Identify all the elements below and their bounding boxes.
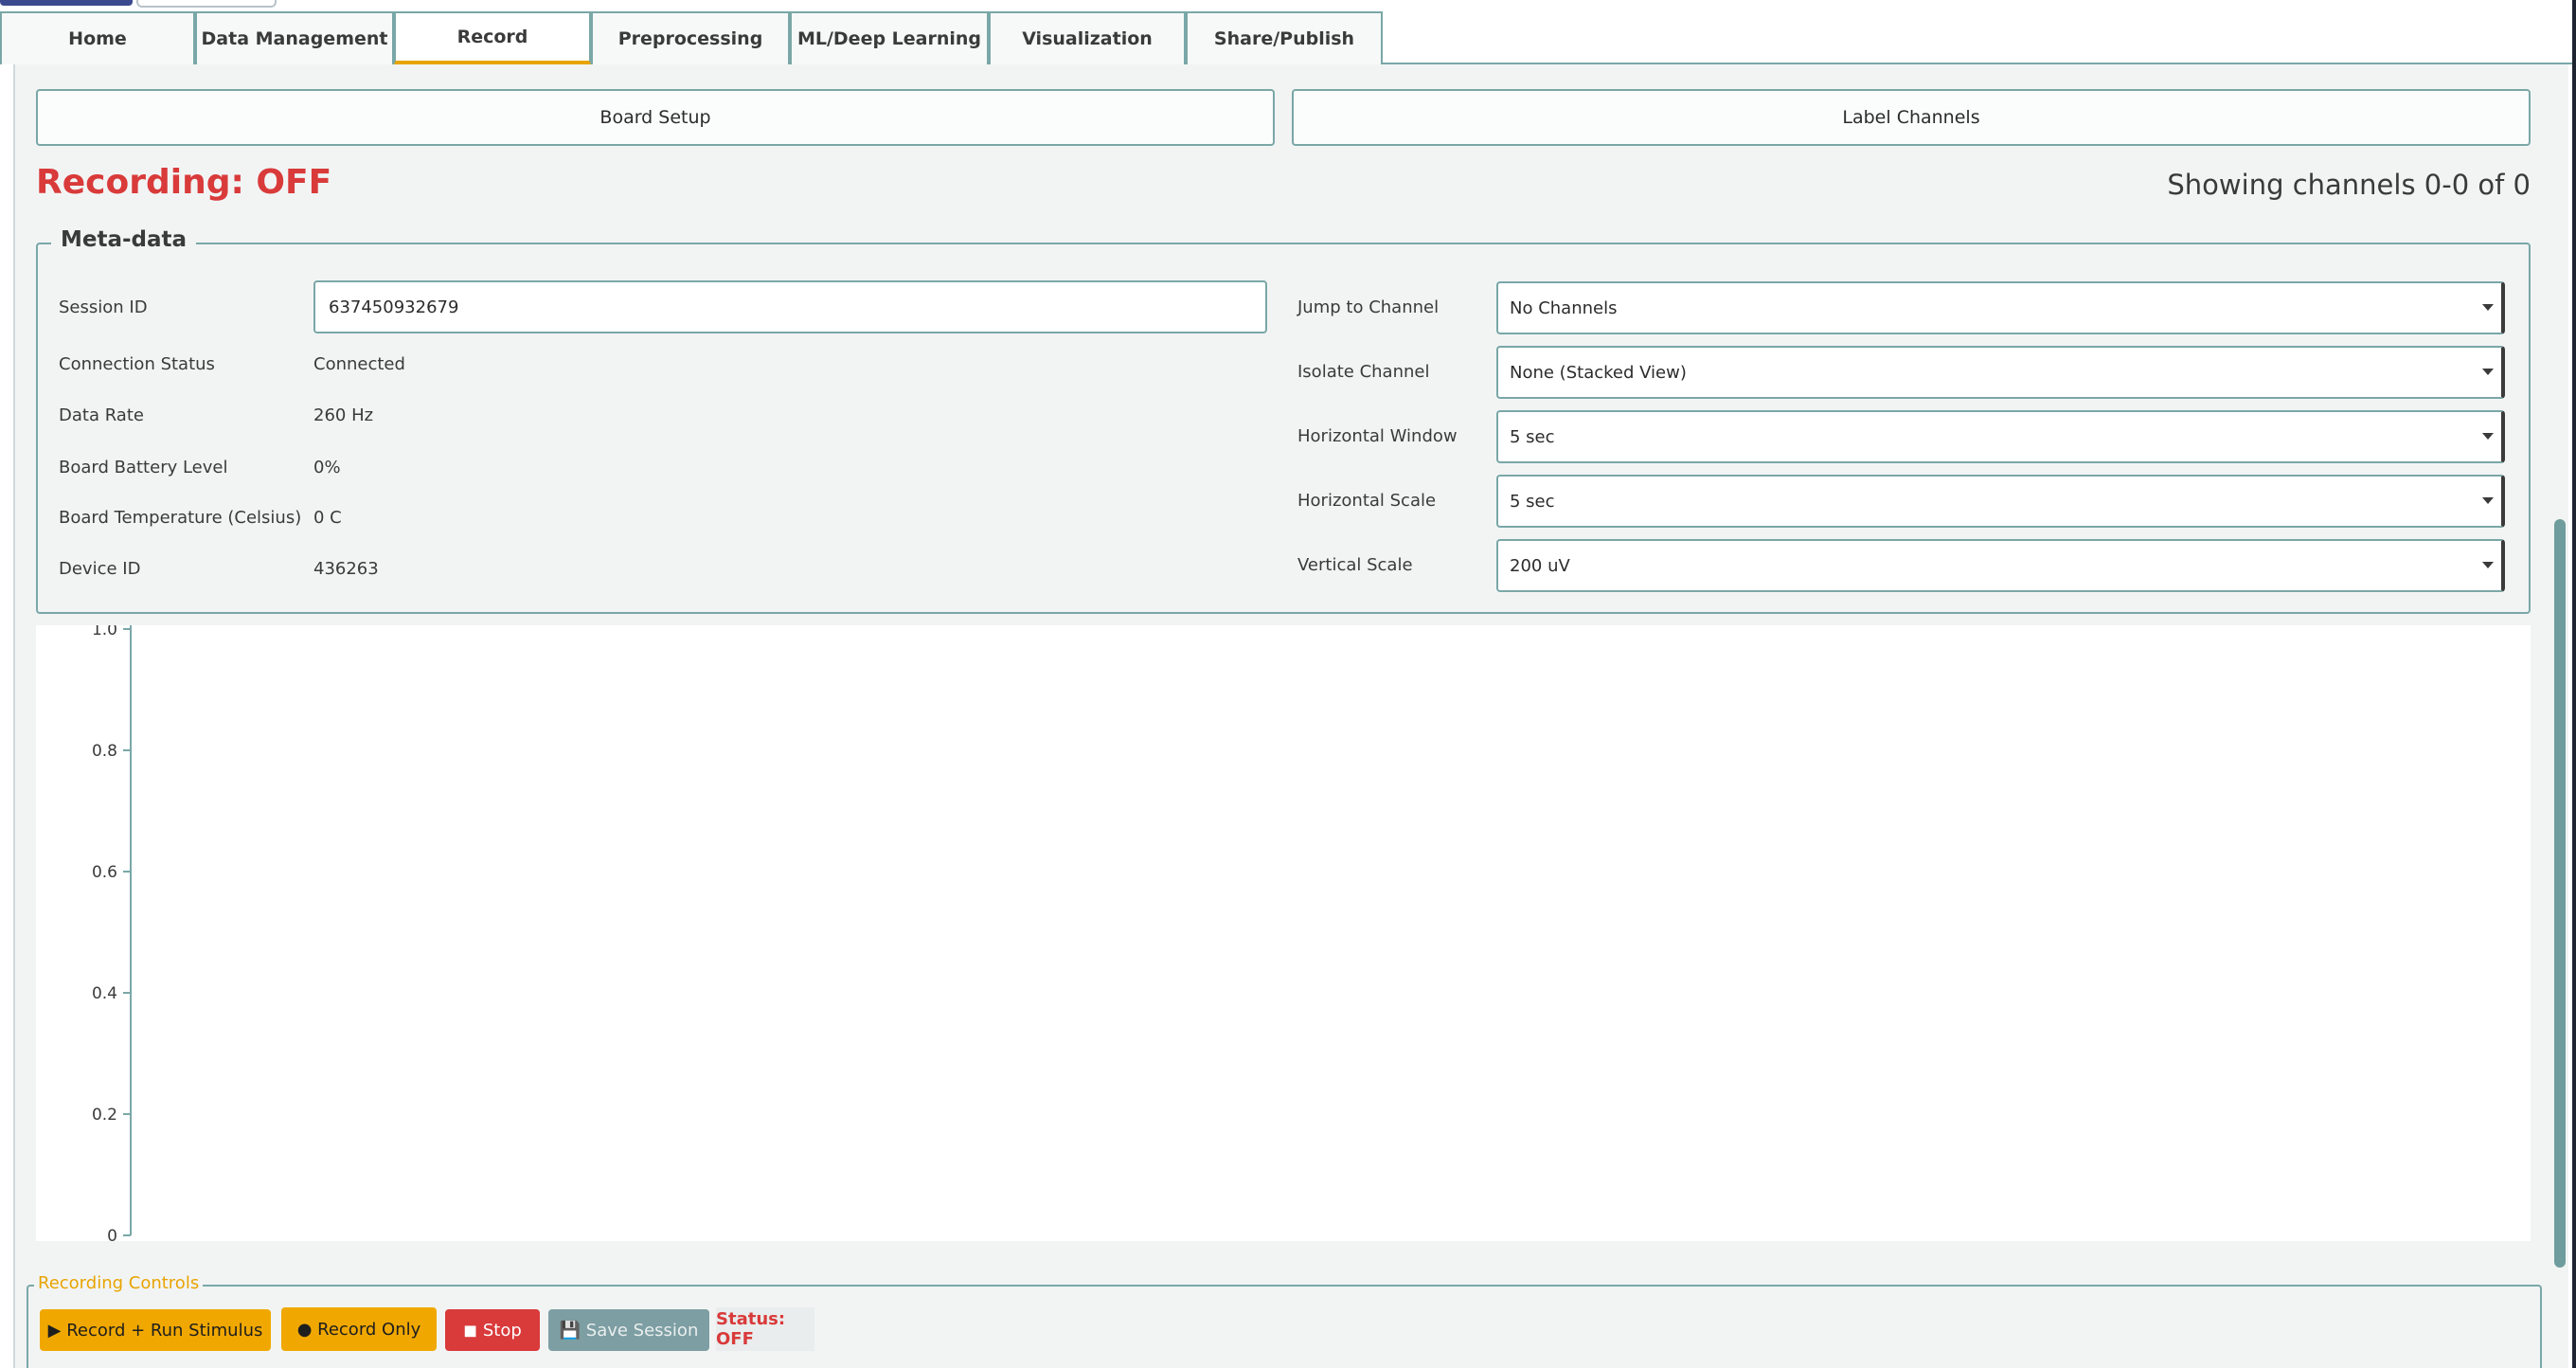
tab-record[interactable]: Record: [394, 11, 591, 64]
data-rate-value: 260 Hz: [313, 405, 374, 425]
recording-status-heading: Recording: OFF: [36, 163, 332, 202]
horizontal-window-select[interactable]: 5 sec: [1496, 410, 2505, 463]
record-run-stimulus-button[interactable]: ▶ Record + Run Stimulus: [40, 1309, 271, 1351]
chevron-down-icon: [2482, 497, 2494, 504]
jump-to-channel-select[interactable]: No Channels: [1496, 281, 2505, 334]
horizontal-scale-value: 5 sec: [1510, 491, 1555, 512]
window-tab-indicator: [0, 0, 133, 6]
jump-to-channel-value: No Channels: [1510, 297, 1618, 318]
board-setup-button[interactable]: Board Setup: [36, 89, 1275, 146]
chevron-down-icon: [2482, 369, 2494, 375]
y-axis-tick-label: 0.2: [92, 1106, 117, 1125]
window-tab-handle: [136, 0, 277, 8]
signal-plot-svg: 1.0 0.8 0.6 0.4 0.2 0: [92, 625, 132, 1241]
record-only-button[interactable]: ● Record Only: [281, 1307, 437, 1351]
session-id-label: Session ID: [59, 297, 148, 317]
y-axis-tick-label: 0.6: [92, 863, 117, 882]
y-axis-tick-label: 1.0: [92, 625, 117, 639]
battery-level-value: 0%: [313, 458, 341, 477]
metadata-legend: Meta-data: [51, 227, 197, 252]
vertical-scale-select[interactable]: 200 uV: [1496, 539, 2505, 592]
tab-share-publish[interactable]: Share/Publish: [1186, 11, 1383, 64]
tab-ml-deep-learning[interactable]: ML/Deep Learning: [790, 11, 989, 64]
vertical-scale-label: Vertical Scale: [1297, 555, 1413, 575]
chevron-down-icon: [2482, 433, 2494, 440]
connection-status-value: Connected: [313, 354, 405, 374]
session-id-input[interactable]: [313, 280, 1267, 333]
y-axis-tick-label: 0.8: [92, 742, 117, 761]
isolate-channel-label: Isolate Channel: [1297, 362, 1430, 382]
app-window: Home Data Management Record Preprocessin…: [0, 0, 2576, 1368]
battery-level-label: Board Battery Level: [59, 458, 228, 477]
recording-controls-legend: Recording Controls: [34, 1273, 204, 1293]
connection-status-label: Connection Status: [59, 354, 215, 374]
vertical-scrollbar-thumb[interactable]: [2554, 519, 2566, 1268]
tab-visualization[interactable]: Visualization: [989, 11, 1186, 64]
stop-button[interactable]: ◼ Stop: [445, 1309, 540, 1351]
chevron-down-icon: [2482, 562, 2494, 568]
tab-home[interactable]: Home: [0, 11, 195, 64]
isolate-channel-value: None (Stacked View): [1510, 362, 1687, 383]
isolate-channel-select[interactable]: None (Stacked View): [1496, 346, 2505, 399]
horizontal-scale-select[interactable]: 5 sec: [1496, 475, 2505, 528]
horizontal-window-value: 5 sec: [1510, 426, 1555, 447]
label-channels-button[interactable]: Label Channels: [1292, 89, 2531, 146]
chevron-down-icon: [2482, 304, 2494, 311]
board-temperature-label: Board Temperature (Celsius): [59, 508, 302, 528]
tab-preprocessing[interactable]: Preprocessing: [591, 11, 790, 64]
tab-data-management[interactable]: Data Management: [195, 11, 394, 64]
signal-plot[interactable]: 1.0 0.8 0.6 0.4 0.2 0: [36, 625, 2531, 1241]
window-top-strip: [0, 0, 2576, 9]
vertical-scale-value: 200 uV: [1510, 555, 1570, 576]
save-session-button[interactable]: 💾 Save Session: [548, 1309, 709, 1351]
channel-range-info: Showing channels 0-0 of 0: [2167, 169, 2531, 201]
device-id-label: Device ID: [59, 559, 141, 579]
device-id-value: 436263: [313, 559, 379, 579]
window-right-edge: [2572, 0, 2576, 1368]
main-tab-bar: Home Data Management Record Preprocessin…: [0, 11, 2572, 64]
jump-to-channel-label: Jump to Channel: [1297, 297, 1440, 317]
horizontal-scale-label: Horizontal Scale: [1297, 491, 1437, 511]
recording-status-badge: Status: OFF: [716, 1307, 814, 1351]
y-axis-tick-label: 0: [107, 1227, 117, 1241]
horizontal-window-label: Horizontal Window: [1297, 426, 1458, 446]
y-axis-tick-label: 0.4: [92, 984, 117, 1003]
data-rate-label: Data Rate: [59, 405, 144, 425]
board-temperature-value: 0 C: [313, 508, 342, 528]
